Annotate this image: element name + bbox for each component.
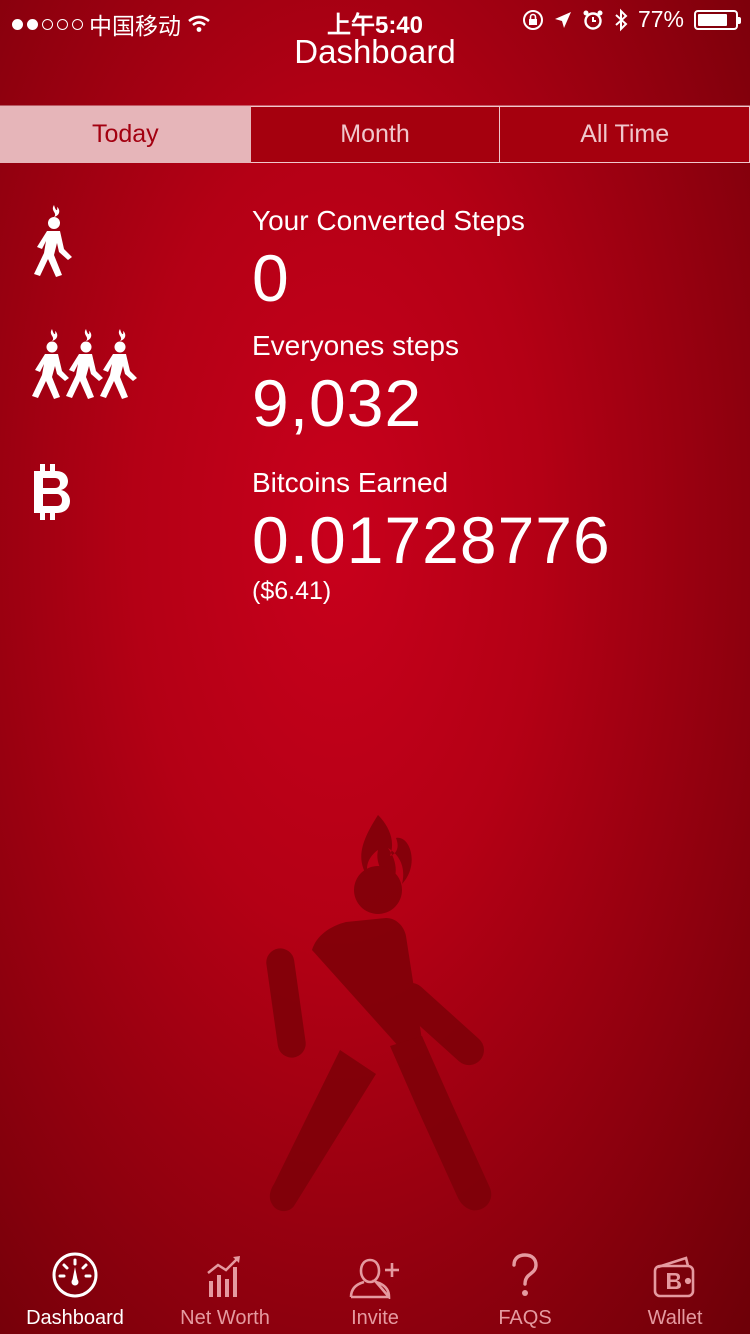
page-title: Dashboard <box>294 33 456 70</box>
everyone-steps-label: Everyones steps <box>252 330 459 361</box>
tab-faqs-label: FAQS <box>498 1307 552 1329</box>
tab-invite-label: Invite <box>351 1307 399 1329</box>
tab-dashboard-label: Dashboard <box>26 1307 124 1329</box>
bitcoin-icon <box>34 464 70 520</box>
status-right: 77% <box>522 6 741 33</box>
converted-steps-label: Your Converted Steps <box>252 205 525 236</box>
wallet-icon <box>653 1256 695 1298</box>
bluetooth-icon <box>615 8 628 31</box>
bitcoins-earned-stat: Bitcoins Earned 0.01728776 ($6.41) <box>252 467 611 606</box>
segment-all-time[interactable]: All Time <box>500 106 750 163</box>
add-person-icon <box>349 1258 399 1299</box>
bitcoins-earned-label: Bitcoins Earned <box>252 467 449 498</box>
tab-net-worth[interactable]: Net Worth <box>150 1234 300 1334</box>
everyone-steps-stat: Everyones steps 9,032 <box>252 330 459 436</box>
segment-month[interactable]: Month <box>250 106 501 163</box>
question-icon <box>512 1253 538 1296</box>
bitcoins-usd-value: ($6.41) <box>252 577 332 605</box>
walker-icon <box>34 205 72 277</box>
gauge-icon <box>52 1252 98 1298</box>
tab-wallet[interactable]: Wallet <box>600 1234 750 1334</box>
tab-dashboard[interactable]: Dashboard <box>0 1234 150 1334</box>
chart-icon <box>207 1256 240 1297</box>
battery-icon <box>694 9 741 30</box>
tab-invite[interactable]: Invite <box>300 1234 450 1334</box>
battery-percent: 77% <box>637 6 684 32</box>
segment-today[interactable]: Today <box>0 106 251 163</box>
tab-net-worth-label: Net Worth <box>180 1307 270 1329</box>
tab-faqs[interactable]: FAQS <box>450 1234 600 1334</box>
alarm-icon <box>583 10 603 30</box>
tab-wallet-label: Wallet <box>647 1307 703 1329</box>
bitcoins-earned-value: 0.01728776 <box>252 503 611 577</box>
converted-steps-stat: Your Converted Steps 0 <box>252 205 525 311</box>
group-walkers-icon <box>32 329 137 399</box>
everyone-steps-value: 9,032 <box>252 366 423 440</box>
location-arrow-icon <box>554 11 571 28</box>
tab-bar: Dashboard Net Worth Invite FAQS Wallet <box>0 1234 750 1334</box>
period-segmented-control: Today Month All Time <box>0 106 750 163</box>
rotation-lock-icon <box>522 9 543 30</box>
converted-steps-value: 0 <box>252 241 290 315</box>
background-walker-illustration <box>266 815 492 1212</box>
